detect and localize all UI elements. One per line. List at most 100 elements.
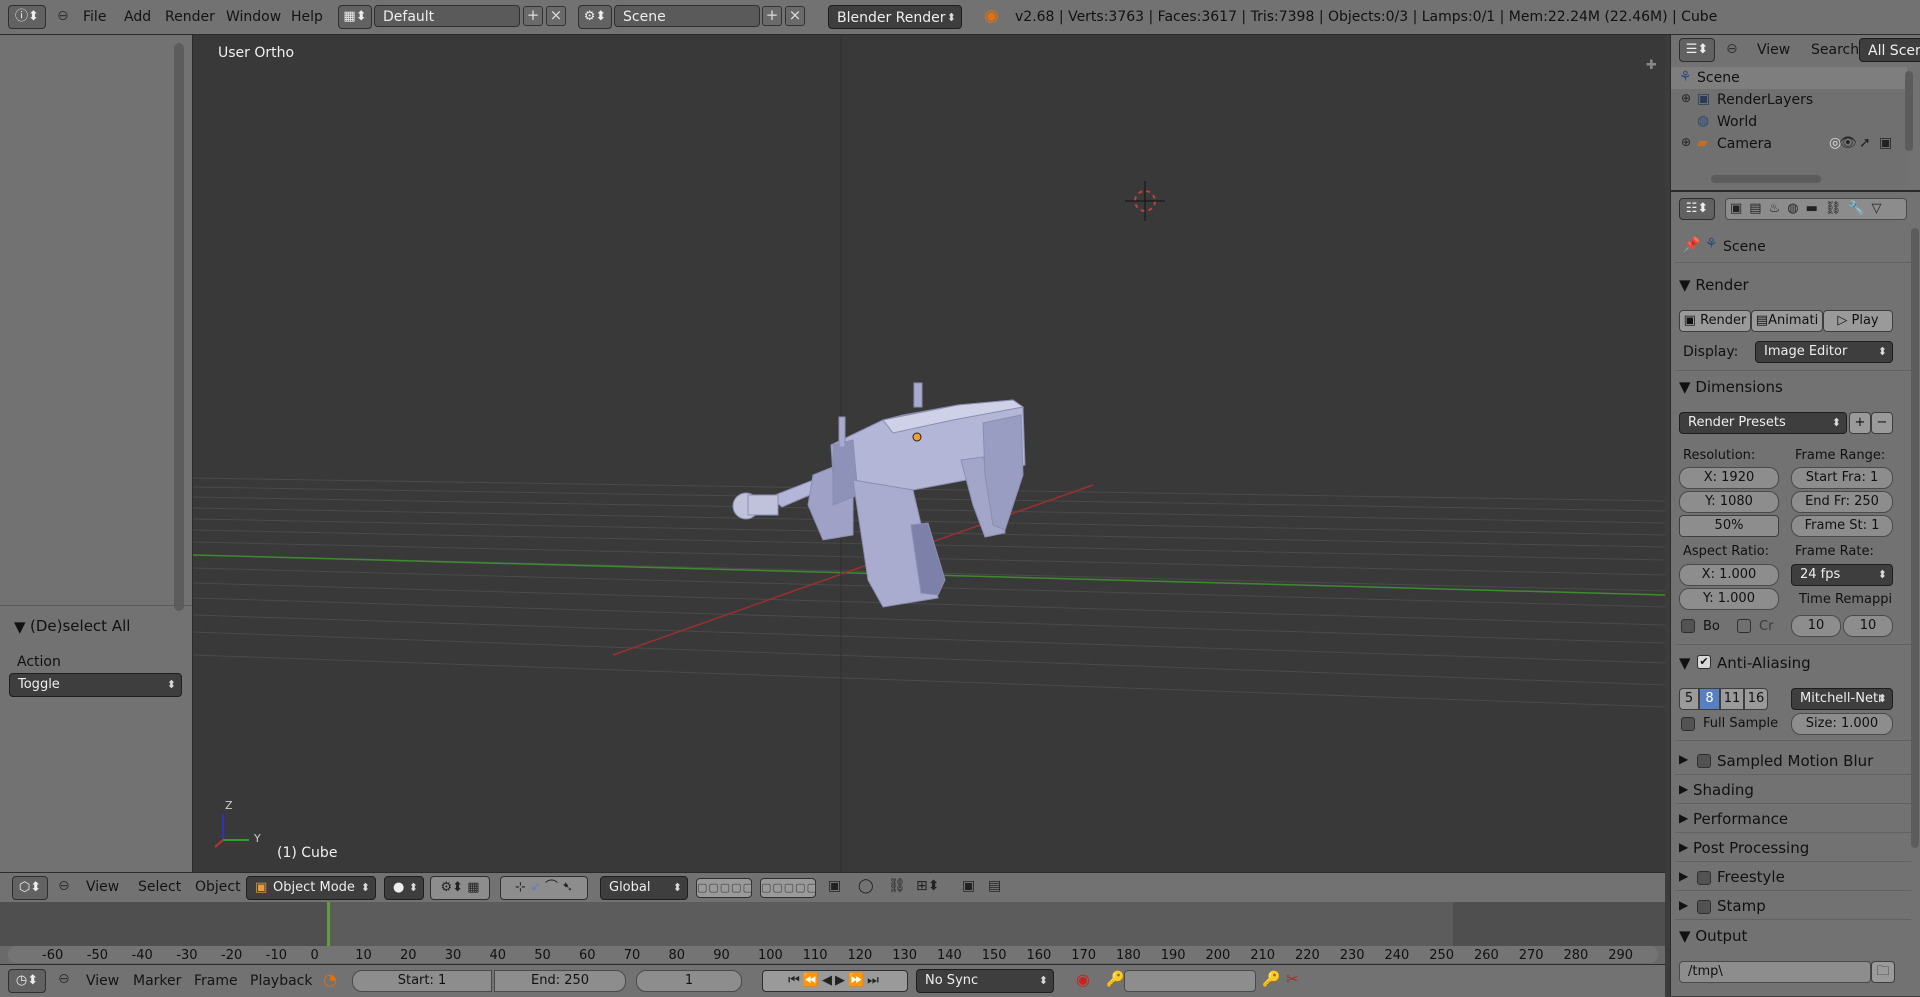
menu-file[interactable]: File — [83, 9, 106, 25]
end-frame-field[interactable]: End: 250 — [494, 970, 626, 992]
visibility-eye-icon[interactable]: 👁 — [1839, 135, 1857, 151]
menu-help[interactable]: Help — [291, 9, 323, 25]
pivot-and-occlusion-icons[interactable]: ⚙⬍ ▦ — [430, 876, 490, 900]
resolution-percentage-slider[interactable]: 50% — [1679, 515, 1779, 537]
tool-shelf-scrollbar[interactable] — [174, 43, 184, 611]
outliner-menu-search[interactable]: Search — [1811, 42, 1859, 58]
insert-keyframe-icon[interactable]: 🔑 — [1262, 970, 1281, 988]
outliner-h-scrollbar[interactable] — [1711, 175, 1821, 183]
aa-samples-8[interactable]: 8 — [1699, 688, 1720, 710]
start-frame-field[interactable]: Start Fra: 1 — [1791, 467, 1893, 489]
current-frame-field[interactable]: 1 — [636, 970, 742, 992]
3d-cursor[interactable] — [1125, 181, 1165, 221]
menu-add[interactable]: Add — [124, 9, 151, 25]
view-menu[interactable]: View — [86, 879, 119, 895]
collapse-menu-icon[interactable]: ⊖ — [57, 8, 69, 24]
aspect-y-field[interactable]: Y: 1.000 — [1679, 588, 1779, 610]
aa-samples-5[interactable]: 5 — [1679, 688, 1699, 710]
keying-set-field[interactable] — [1124, 970, 1256, 992]
properties-scrollbar[interactable] — [1911, 228, 1919, 848]
scene-field[interactable]: Scene — [614, 5, 760, 27]
outliner-row-renderlayers[interactable]: ⊕ ▣ RenderLayers — [1671, 89, 1907, 111]
properties-editor-type-icon[interactable]: ☷⬍ — [1679, 198, 1715, 220]
aa-samples-11[interactable]: 11 — [1720, 688, 1744, 710]
start-frame-field[interactable]: Start: 1 — [352, 970, 492, 992]
timeline-menu-marker[interactable]: Marker — [133, 973, 181, 989]
aa-samples-16[interactable]: 16 — [1744, 688, 1768, 710]
preview-range-icon[interactable]: ◔ — [323, 970, 337, 989]
opengl-render-icon[interactable]: ▣ — [962, 878, 975, 894]
action-select[interactable]: Toggle — [9, 673, 182, 697]
freestyle-checkbox[interactable] — [1697, 871, 1711, 885]
output-panel-header[interactable]: ▼ Output — [1679, 927, 1747, 945]
outliner-row-scene[interactable]: ⚘ Scene — [1671, 67, 1907, 89]
rifle-mesh[interactable] — [732, 382, 1026, 608]
timeline-menu-view[interactable]: View — [86, 973, 119, 989]
aa-filter-select[interactable]: Mitchell-Netr — [1791, 688, 1893, 710]
remove-preset-icon[interactable]: − — [1871, 412, 1893, 434]
render-image-button[interactable]: ▣ Render — [1679, 310, 1751, 332]
frame-rate-select[interactable]: 24 fps — [1791, 564, 1893, 586]
output-path-field[interactable]: /tmp\ — [1679, 961, 1871, 983]
header-collapse-icon[interactable]: ⊖ — [58, 878, 70, 894]
properties-context-tabs[interactable]: ▣▤♨◍▬⛓🔧▽ — [1725, 198, 1907, 220]
remove-layout-icon[interactable]: × — [546, 6, 566, 26]
timeline-menu-frame[interactable]: Frame — [194, 973, 238, 989]
scene-icon[interactable]: ⚙⬍ — [578, 5, 612, 29]
timeline-menu-playback[interactable]: Playback — [250, 973, 312, 989]
add-scene-icon[interactable]: + — [762, 6, 782, 26]
record-keyframe-icon[interactable]: ◉ — [1076, 970, 1090, 989]
outliner-editor-type-icon[interactable]: ☰⬍ — [1679, 38, 1715, 62]
interaction-mode-select[interactable]: ▣ Object Mode — [246, 876, 376, 900]
display-select[interactable]: Image Editor — [1755, 341, 1893, 363]
scene-layers-grid-2[interactable]: ▢▢▢▢▢ — [760, 878, 817, 898]
renderable-camera-icon[interactable]: ▣ — [1879, 135, 1892, 151]
3d-viewport[interactable]: User Ortho Z Y (1) Cube ✚ — [193, 35, 1665, 872]
manipulator-icons[interactable]: ⊹ ➶ ⌒ ➷ — [500, 876, 588, 900]
pin-icon[interactable]: 📌 — [1683, 237, 1700, 253]
antialiasing-checkbox[interactable]: ✔ — [1697, 655, 1711, 669]
dimensions-panel-header[interactable]: ▼ Dimensions — [1679, 378, 1783, 396]
expand-icon[interactable]: ⊕ — [1681, 135, 1691, 149]
outliner-v-scrollbar[interactable] — [1905, 71, 1913, 151]
antialiasing-panel-header[interactable]: ▼ — [1679, 654, 1691, 672]
3d-editor-type-icon[interactable]: ⬡⬍ — [12, 876, 48, 900]
resolution-y-field[interactable]: Y: 1080 — [1679, 491, 1779, 513]
collapse-triangle-icon[interactable]: ▼ — [14, 618, 26, 636]
expand-icon[interactable]: ⊕ — [1681, 91, 1691, 105]
region-toggle-icon[interactable]: ✚ — [1646, 58, 1657, 73]
remove-scene-icon[interactable]: × — [785, 6, 805, 26]
outliner-row-world[interactable]: ◍ World — [1671, 111, 1907, 133]
time-remap-old-field[interactable]: 10 — [1791, 615, 1841, 637]
sync-mode-select[interactable]: No Sync — [916, 969, 1054, 993]
folder-browse-icon[interactable]: 🗀 — [1871, 961, 1895, 983]
select-menu[interactable]: Select — [138, 879, 181, 895]
crop-checkbox[interactable] — [1737, 619, 1751, 633]
resolution-x-field[interactable]: X: 1920 — [1679, 467, 1779, 489]
transform-orientation-select[interactable]: Global — [600, 876, 688, 900]
full-sample-checkbox[interactable] — [1681, 717, 1695, 731]
outliner-display-filter[interactable]: All Scenes — [1859, 38, 1920, 62]
object-menu[interactable]: Object — [195, 879, 241, 895]
delete-keyframe-icon[interactable]: ✂ — [1286, 970, 1299, 988]
time-remap-new-field[interactable]: 10 — [1843, 615, 1893, 637]
keying-set-icon[interactable]: 🔑 — [1106, 970, 1125, 988]
snap-toggle-icon[interactable]: ⛓ — [888, 878, 906, 894]
timeline-area[interactable]: -60 -50 -40 -30 -20 -10 0 10 20 30 40 50 60 70 80 90 100… — [0, 902, 1665, 964]
info-editor-type-icon[interactable]: ⓘ⬍ — [8, 5, 46, 29]
render-engine-select[interactable]: Blender Render — [828, 5, 962, 30]
screen-layout-icon[interactable]: ▦⬍ — [338, 5, 372, 29]
add-preset-icon[interactable]: + — [1849, 412, 1871, 434]
add-layout-icon[interactable]: + — [523, 6, 543, 26]
render-panel-header[interactable]: ▼ Render — [1679, 276, 1749, 294]
menu-render[interactable]: Render — [165, 9, 215, 25]
stamp-checkbox[interactable] — [1697, 900, 1711, 914]
outliner-row-camera[interactable]: ⊕ ▰ Camera ◎ 👁 ➚ ▣ — [1671, 133, 1907, 155]
playback-controls[interactable]: ⏮⏪◀▶⏩⏭ — [762, 970, 908, 992]
outliner-menu-view[interactable]: View — [1757, 42, 1790, 58]
render-presets-select[interactable]: Render Presets — [1679, 412, 1847, 434]
motion-blur-checkbox[interactable] — [1697, 754, 1711, 768]
selectable-cursor-icon[interactable]: ➚ — [1859, 135, 1871, 151]
aspect-x-field[interactable]: X: 1.000 — [1679, 564, 1779, 586]
aa-filter-size-field[interactable]: Size: 1.000 — [1791, 713, 1893, 735]
